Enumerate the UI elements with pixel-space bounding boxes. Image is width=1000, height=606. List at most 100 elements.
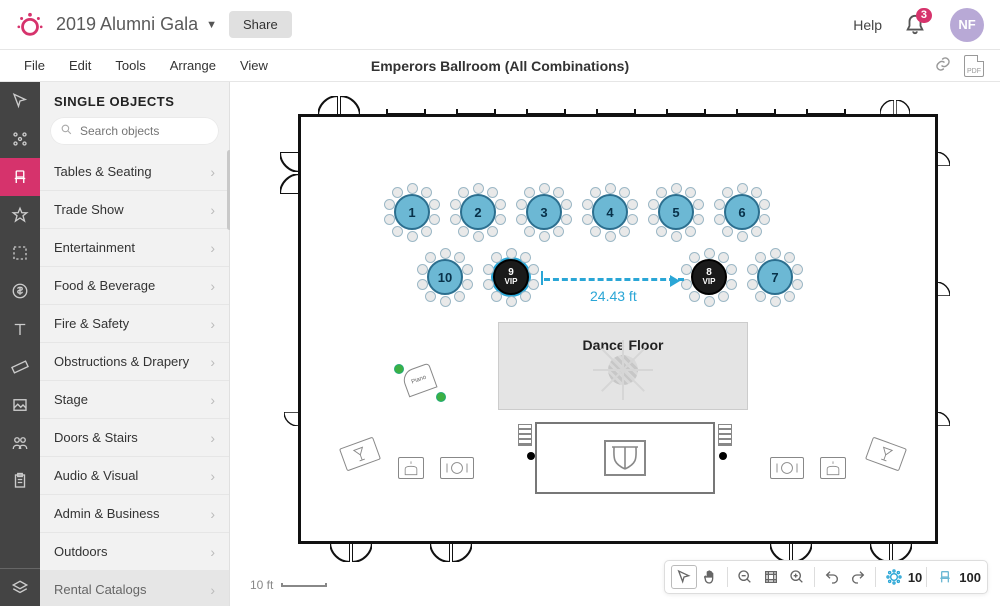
seat[interactable] <box>751 187 762 198</box>
pan-tool[interactable] <box>697 565 723 589</box>
seat[interactable] <box>450 199 461 210</box>
select-tool[interactable] <box>671 565 697 589</box>
seat[interactable] <box>392 226 403 237</box>
seat[interactable] <box>495 199 506 210</box>
seat[interactable] <box>539 183 550 194</box>
seat[interactable] <box>520 252 531 263</box>
seat[interactable] <box>506 248 517 259</box>
seat[interactable] <box>784 291 795 302</box>
search-input[interactable] <box>50 117 219 145</box>
seat[interactable] <box>516 199 527 210</box>
round-table[interactable]: 4 <box>582 184 638 240</box>
seat[interactable] <box>792 279 803 290</box>
canvas[interactable]: 123456109VIP8VIP7 24.43 ft Dance Floor <box>230 82 1000 606</box>
avatar[interactable]: NF <box>950 8 984 42</box>
help-link[interactable]: Help <box>853 17 882 33</box>
category-doors-stairs[interactable]: Doors & Stairs› <box>40 419 229 457</box>
seat[interactable] <box>462 264 473 275</box>
seat[interactable] <box>685 226 696 237</box>
category-entertainment[interactable]: Entertainment› <box>40 229 229 267</box>
seat[interactable] <box>605 231 616 242</box>
plant-icon[interactable] <box>394 364 404 374</box>
round-table[interactable]: 9VIP <box>483 249 539 305</box>
seat[interactable] <box>473 231 484 242</box>
seat[interactable] <box>458 226 469 237</box>
seat[interactable] <box>483 264 494 275</box>
cake-icon[interactable] <box>398 457 424 479</box>
seat[interactable] <box>425 291 436 302</box>
buffet-icon[interactable] <box>770 457 804 479</box>
round-table[interactable]: 1 <box>384 184 440 240</box>
category-fire-safety[interactable]: Fire & Safety› <box>40 305 229 343</box>
seat[interactable] <box>689 291 700 302</box>
round-table[interactable]: 2 <box>450 184 506 240</box>
round-table[interactable]: 3 <box>516 184 572 240</box>
seat[interactable] <box>421 187 432 198</box>
seat[interactable] <box>384 214 395 225</box>
image-tool[interactable] <box>0 386 40 424</box>
project-picker[interactable]: 2019 Alumni Gala ▼ <box>56 14 217 35</box>
seat[interactable] <box>528 279 539 290</box>
seat[interactable] <box>454 291 465 302</box>
seat[interactable] <box>491 291 502 302</box>
seat[interactable] <box>722 226 733 237</box>
seat[interactable] <box>590 226 601 237</box>
menu-arrange[interactable]: Arrange <box>158 58 228 73</box>
seat[interactable] <box>784 252 795 263</box>
seat[interactable] <box>553 187 564 198</box>
category-admin-business[interactable]: Admin & Business› <box>40 495 229 533</box>
seat[interactable] <box>520 291 531 302</box>
seat[interactable] <box>718 291 729 302</box>
link-icon[interactable] <box>934 55 952 77</box>
people-tool[interactable] <box>0 424 40 462</box>
category-stage[interactable]: Stage› <box>40 381 229 419</box>
zoom-out-button[interactable] <box>732 565 758 589</box>
seat[interactable] <box>685 187 696 198</box>
menu-view[interactable]: View <box>228 58 280 73</box>
undo-button[interactable] <box>819 565 845 589</box>
seat[interactable] <box>553 226 564 237</box>
seat[interactable] <box>648 214 659 225</box>
seat[interactable] <box>737 231 748 242</box>
round-table[interactable]: 7 <box>747 249 803 305</box>
share-button[interactable]: Share <box>229 11 292 38</box>
seat[interactable] <box>495 214 506 225</box>
seat[interactable] <box>440 296 451 307</box>
nodes-tool[interactable] <box>0 120 40 158</box>
seat[interactable] <box>384 199 395 210</box>
seat[interactable] <box>671 183 682 194</box>
zoom-in-button[interactable] <box>784 565 810 589</box>
seat[interactable] <box>483 279 494 290</box>
seat[interactable] <box>440 248 451 259</box>
seat[interactable] <box>528 264 539 275</box>
seat[interactable] <box>693 199 704 210</box>
round-table[interactable]: 6 <box>714 184 770 240</box>
seat[interactable] <box>726 279 737 290</box>
seat[interactable] <box>454 252 465 263</box>
clipboard-tool[interactable] <box>0 462 40 500</box>
seat[interactable] <box>417 264 428 275</box>
seat[interactable] <box>737 183 748 194</box>
round-table[interactable]: 5 <box>648 184 704 240</box>
seat[interactable] <box>656 226 667 237</box>
seat[interactable] <box>747 279 758 290</box>
category-tables-seating[interactable]: Tables & Seating› <box>40 153 229 191</box>
round-table[interactable]: 8VIP <box>681 249 737 305</box>
seat[interactable] <box>681 264 692 275</box>
seat[interactable] <box>648 199 659 210</box>
seat[interactable] <box>506 296 517 307</box>
seat[interactable] <box>671 231 682 242</box>
seat[interactable] <box>747 264 758 275</box>
seat[interactable] <box>473 183 484 194</box>
seat[interactable] <box>561 214 572 225</box>
seat[interactable] <box>770 296 781 307</box>
seat[interactable] <box>704 248 715 259</box>
buffet-icon[interactable] <box>440 457 474 479</box>
seat[interactable] <box>704 296 715 307</box>
pricing-tool[interactable] <box>0 272 40 310</box>
category-audio-visual[interactable]: Audio & Visual› <box>40 457 229 495</box>
seat[interactable] <box>462 279 473 290</box>
seat[interactable] <box>714 214 725 225</box>
seat[interactable] <box>770 248 781 259</box>
cursor-tool[interactable] <box>0 82 40 120</box>
